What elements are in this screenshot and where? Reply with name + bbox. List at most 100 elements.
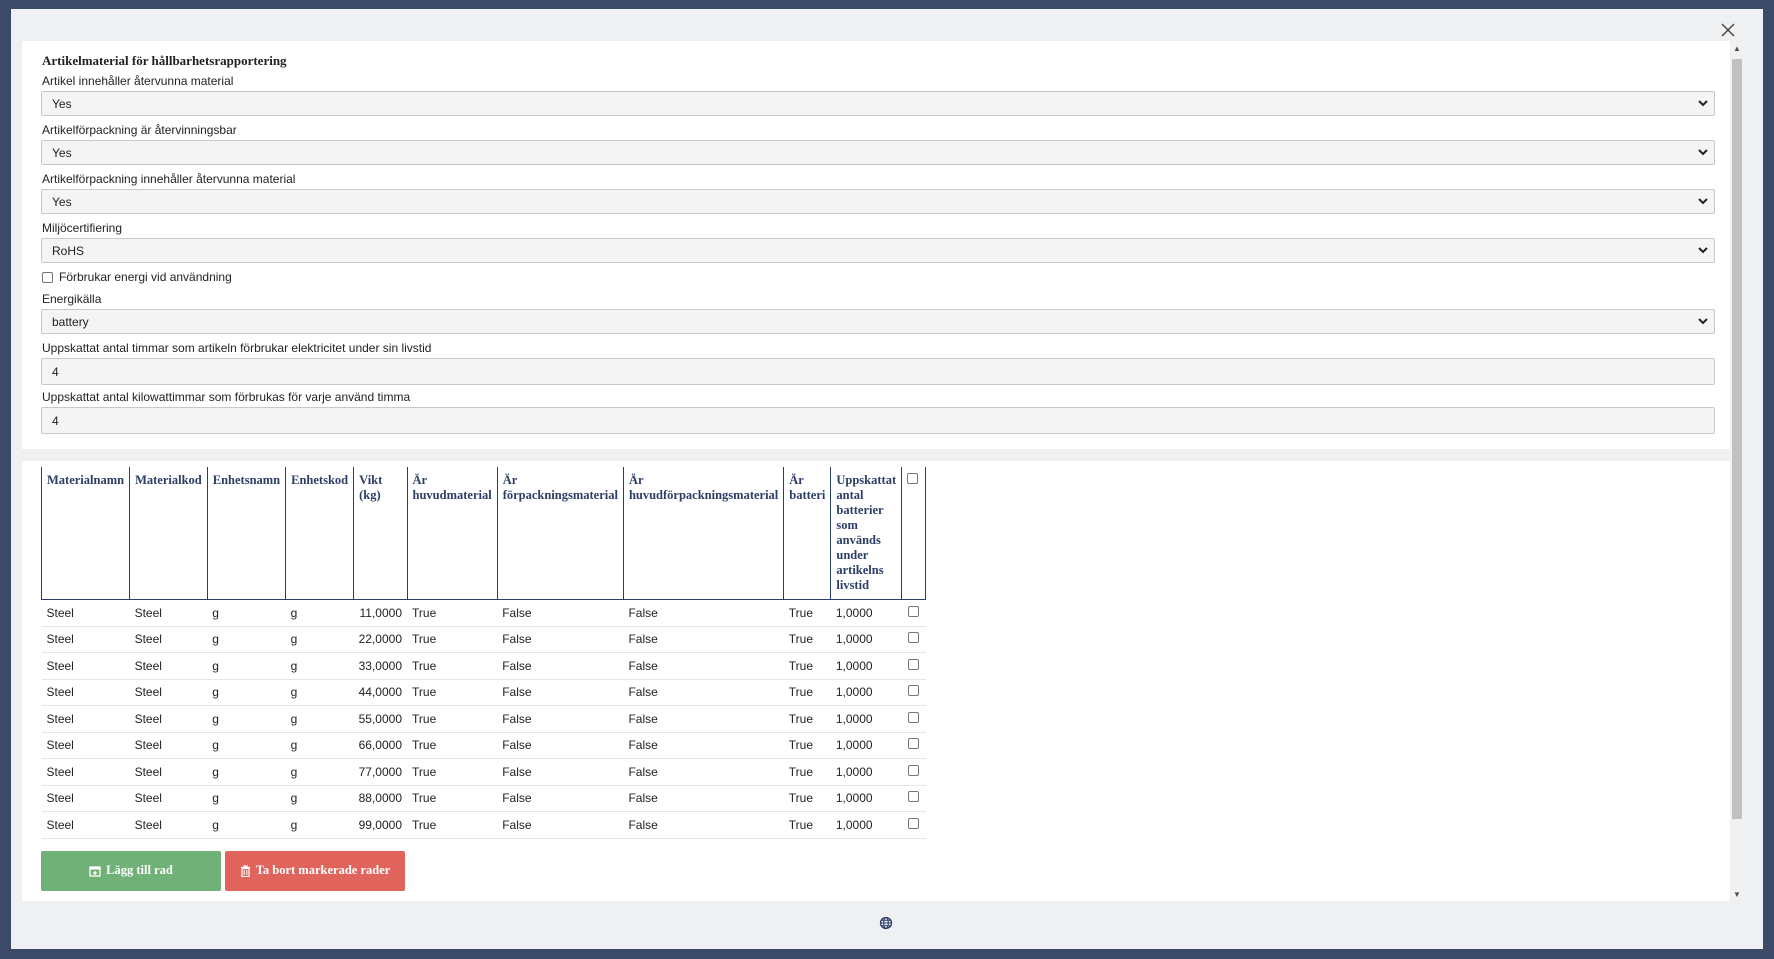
scroll-up-icon[interactable]: ▲	[1730, 41, 1744, 55]
row-checkbox[interactable]	[908, 817, 920, 829]
cell-antal-batterier: 1,0000	[830, 705, 902, 733]
cell-enhetsnamn: g	[207, 626, 286, 653]
cell-materialkod: Steel	[129, 785, 208, 812]
cell-antal-batterier: 1,0000	[830, 758, 902, 786]
cell-forpackningsmaterial: False	[497, 652, 624, 680]
cell-huvudforpackningsmaterial: False	[623, 785, 784, 812]
packaging-recyclable-select[interactable]: Yes	[41, 140, 1715, 165]
energy-use-checkbox[interactable]	[42, 271, 53, 283]
cell-materialkod: Steel	[129, 652, 208, 680]
sustainability-form: Artikelmaterial för hållbarhetsrapporter…	[22, 41, 1730, 449]
row-checkbox[interactable]	[908, 711, 920, 723]
kwh-input[interactable]	[41, 407, 1715, 434]
cell-materialnamn: Steel	[41, 732, 130, 759]
select-all-checkbox[interactable]	[907, 473, 919, 484]
delete-selected-label: Ta bort markerade rader	[255, 863, 391, 877]
cell-batteri: True	[783, 679, 831, 706]
cell-select	[901, 679, 926, 706]
cell-materialnamn: Steel	[41, 626, 130, 653]
hours-input[interactable]	[41, 358, 1715, 385]
chevron-down-icon	[1698, 318, 1708, 325]
row-checkbox[interactable]	[908, 632, 920, 644]
header-materialnamn: Materialnamn	[40, 467, 130, 600]
cell-materialkod: Steel	[129, 811, 208, 839]
cell-enhetsnamn: g	[207, 758, 286, 786]
energy-source-select[interactable]: battery	[41, 309, 1715, 334]
cell-huvudmaterial: True	[407, 785, 498, 812]
cell-forpackningsmaterial: False	[497, 626, 624, 653]
row-checkbox[interactable]	[908, 658, 920, 670]
section-divider	[22, 449, 1730, 461]
cell-antal-batterier: 1,0000	[830, 626, 902, 653]
row-checkbox[interactable]	[908, 605, 920, 617]
globe-icon[interactable]	[879, 916, 893, 930]
cell-materialnamn: Steel	[41, 599, 130, 627]
cell-enhetsnamn: g	[207, 785, 286, 812]
header-select-all	[901, 467, 927, 600]
cell-enhetskod: g	[285, 626, 354, 653]
close-button[interactable]	[1715, 17, 1741, 43]
table-actions: Lägg till rad Ta bort markerade rader	[41, 850, 1711, 891]
header-huvudmaterial: Är huvudmaterial	[406, 467, 498, 600]
table-header-row: Materialnamn Materialkod Enhetsnamn Enhe…	[40, 467, 927, 600]
cell-enhetskod: g	[285, 705, 354, 733]
scroll-down-icon[interactable]: ▼	[1730, 887, 1744, 901]
cell-materialnamn: Steel	[41, 705, 130, 733]
calendar-plus-icon	[89, 865, 101, 877]
packaging-recycled-value: Yes	[52, 195, 72, 209]
cell-forpackningsmaterial: False	[497, 732, 624, 759]
cell-huvudforpackningsmaterial: False	[623, 652, 784, 680]
cell-forpackningsmaterial: False	[497, 705, 624, 733]
cell-batteri: True	[783, 626, 831, 653]
packaging-recyclable-value: Yes	[52, 146, 72, 160]
energy-source-value: battery	[52, 315, 89, 329]
cell-enhetskod: g	[285, 599, 354, 627]
cell-materialnamn: Steel	[41, 785, 130, 812]
cell-enhetsnamn: g	[207, 652, 286, 680]
recycled-material-select[interactable]: Yes	[41, 91, 1715, 116]
packaging-recycled-label: Artikelförpackning innehåller återvunna …	[42, 172, 296, 186]
cell-forpackningsmaterial: False	[497, 679, 624, 706]
cell-select	[901, 811, 926, 839]
cell-antal-batterier: 1,0000	[830, 679, 902, 706]
cell-huvudmaterial: True	[407, 732, 498, 759]
cell-antal-batterier: 1,0000	[830, 599, 902, 627]
cell-batteri: True	[783, 811, 831, 839]
row-checkbox[interactable]	[908, 685, 920, 697]
cell-materialkod: Steel	[129, 732, 208, 759]
cell-vikt: 88,0000	[353, 785, 408, 812]
scrollbar-thumb[interactable]	[1732, 59, 1742, 819]
vertical-scrollbar[interactable]: ▲ ▼	[1730, 41, 1744, 901]
row-checkbox[interactable]	[908, 791, 920, 803]
header-enhetskod: Enhetskod	[285, 467, 354, 600]
cell-huvudmaterial: True	[407, 626, 498, 653]
materials-table-section: Materialnamn Materialkod Enhetsnamn Enhe…	[22, 461, 1730, 897]
row-checkbox[interactable]	[908, 764, 920, 776]
section-title: Artikelmaterial för hållbarhetsrapporter…	[42, 53, 287, 68]
eco-cert-select[interactable]: RoHS	[41, 238, 1715, 263]
delete-selected-button[interactable]: Ta bort markerade rader	[225, 850, 405, 891]
row-checkbox[interactable]	[908, 738, 920, 750]
chevron-down-icon	[1698, 149, 1708, 156]
trash-icon	[240, 864, 251, 877]
cell-huvudforpackningsmaterial: False	[623, 758, 784, 786]
add-row-button[interactable]: Lägg till rad	[41, 850, 221, 891]
header-forpackningsmaterial: Är förpackningsmaterial	[496, 467, 624, 600]
cell-select	[901, 705, 926, 733]
packaging-recycled-select[interactable]: Yes	[41, 189, 1715, 214]
cell-materialkod: Steel	[129, 679, 208, 706]
cell-antal-batterier: 1,0000	[830, 811, 902, 839]
cell-materialkod: Steel	[129, 599, 208, 627]
cell-huvudforpackningsmaterial: False	[623, 599, 784, 627]
modal-scroll-area[interactable]: Artikelmaterial för hållbarhetsrapporter…	[22, 41, 1744, 901]
table-row: Steel Steel g g 66,0000 True False False…	[41, 732, 926, 759]
cell-enhetskod: g	[285, 811, 354, 839]
header-materialkod: Materialkod	[129, 467, 208, 600]
cell-huvudforpackningsmaterial: False	[623, 811, 784, 839]
cell-huvudmaterial: True	[407, 652, 498, 680]
table-row: Steel Steel g g 22,0000 True False False…	[41, 626, 926, 653]
header-antal-batterier: Uppskattat antal batterier som används u…	[830, 467, 902, 600]
table-row: Steel Steel g g 88,0000 True False False…	[41, 785, 926, 812]
energy-use-label: Förbrukar energi vid användning	[59, 270, 232, 284]
cell-enhetsnamn: g	[207, 679, 286, 706]
